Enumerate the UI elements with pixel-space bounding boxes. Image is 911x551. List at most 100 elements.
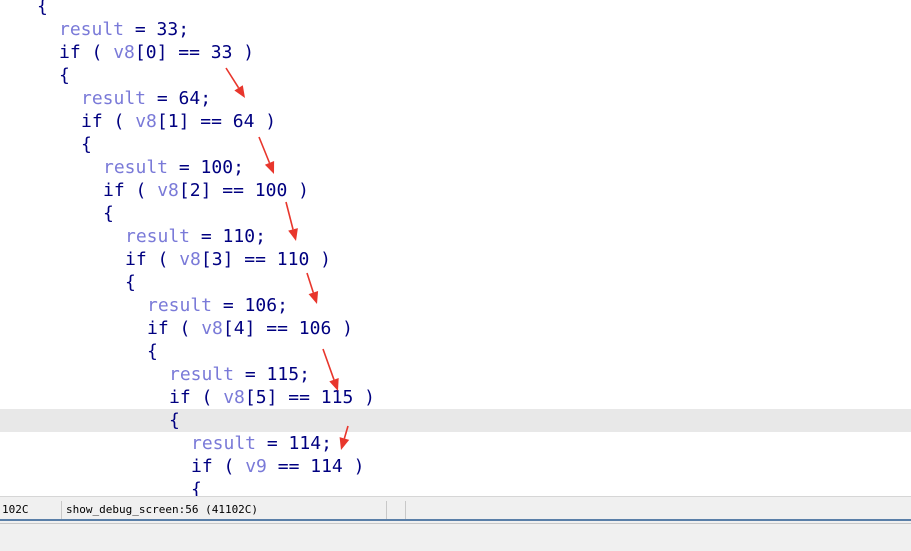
code-token: [ [222, 318, 234, 339]
pseudocode-editor[interactable]: {result = 33; if ( v8[0] == 33 ){result =… [0, 0, 911, 496]
code-token: if [103, 180, 125, 201]
code-token: ] == [244, 318, 299, 339]
code-line[interactable]: result = 106; [0, 294, 911, 317]
code-line[interactable]: if ( v8[2] == 100 ) [0, 179, 911, 202]
code-token: ) [287, 180, 309, 201]
code-token: 0 [145, 42, 157, 63]
code-text: result = 106; [147, 294, 288, 317]
code-token: ; [277, 295, 288, 316]
code-text: result = 114; [191, 432, 332, 455]
code-token: [ [200, 249, 212, 270]
status-separator [386, 501, 387, 519]
code-token: [ [156, 111, 168, 132]
code-token: result [125, 226, 191, 247]
code-line[interactable]: if ( v8[3] == 110 ) [0, 248, 911, 271]
code-token: v8 [223, 387, 245, 408]
code-token: result [147, 295, 213, 316]
code-token: [ [178, 180, 190, 201]
code-line[interactable]: { [0, 64, 911, 87]
code-line[interactable]: result = 33; [0, 18, 911, 41]
code-text: result = 115; [169, 363, 310, 386]
code-text: if ( v8[2] == 100 ) [103, 179, 309, 202]
code-token: ; [178, 19, 190, 40]
code-token: 4 [233, 318, 245, 339]
code-line[interactable]: { [0, 202, 911, 225]
code-text: { [37, 0, 48, 18]
code-token: { [125, 272, 136, 293]
code-token: { [81, 134, 92, 155]
code-line[interactable]: result = 64; [0, 87, 911, 110]
code-token: { [37, 0, 48, 17]
code-token: ) [342, 456, 365, 477]
code-token: ( [168, 318, 202, 339]
code-text: { [147, 340, 158, 363]
code-line[interactable]: { [0, 0, 911, 18]
status-separator [405, 501, 406, 519]
status-bar: 102C show_debug_screen:56 (41102C) [0, 496, 911, 523]
code-token: ; [200, 88, 212, 109]
code-token: result [81, 88, 147, 109]
code-token: 100 [200, 157, 234, 178]
code-token: 5 [255, 387, 267, 408]
code-line[interactable]: { [0, 409, 911, 432]
code-line[interactable]: { [0, 478, 911, 496]
code-token: 106 [244, 295, 278, 316]
code-token: 1 [167, 111, 179, 132]
code-line[interactable]: if ( v8[4] == 106 ) [0, 317, 911, 340]
code-token: ( [80, 42, 114, 63]
output-pane[interactable] [0, 523, 911, 551]
code-text: if ( v8[4] == 106 ) [147, 317, 353, 340]
code-token: ; [233, 157, 244, 178]
code-text: if ( v8[1] == 64 ) [81, 110, 276, 133]
status-location: show_debug_screen:56 (41102C) [66, 503, 259, 516]
code-token: ] == [178, 111, 233, 132]
code-token: { [169, 410, 180, 431]
code-token: ( [190, 387, 224, 408]
code-line[interactable]: if ( v8[0] == 33 ) [0, 41, 911, 64]
code-token: = [190, 226, 223, 247]
code-line[interactable]: result = 110; [0, 225, 911, 248]
code-token: = [234, 364, 267, 385]
code-token: 33 [156, 19, 179, 40]
code-token: result [59, 19, 125, 40]
code-line[interactable]: if ( v9 == 114 ) [0, 455, 911, 478]
code-line[interactable]: { [0, 340, 911, 363]
code-token: 114 [288, 433, 322, 454]
code-token: 2 [189, 180, 201, 201]
code-token: result [191, 433, 257, 454]
code-token: 3 [211, 249, 223, 270]
code-token: ) [232, 42, 255, 63]
code-token: ; [299, 364, 310, 385]
code-token: = [256, 433, 289, 454]
code-token: v8 [201, 318, 223, 339]
code-token: 64 [232, 111, 255, 132]
code-token: = [146, 88, 179, 109]
code-text: { [191, 478, 202, 496]
code-line[interactable]: { [0, 133, 911, 156]
code-token: ( [124, 180, 158, 201]
status-underline [0, 519, 911, 521]
code-text: result = 64; [81, 87, 211, 110]
code-line[interactable]: result = 100; [0, 156, 911, 179]
code-line[interactable]: result = 115; [0, 363, 911, 386]
code-text: { [125, 271, 136, 294]
code-token: result [169, 364, 235, 385]
code-token: 100 [254, 180, 288, 201]
code-token: [ [134, 42, 146, 63]
code-token: ] == [156, 42, 211, 63]
code-token: = [124, 19, 157, 40]
code-token: [ [244, 387, 256, 408]
code-text: { [59, 64, 70, 87]
code-text: if ( v8[5] == 115 ) [169, 386, 375, 409]
code-line[interactable]: if ( v8[1] == 64 ) [0, 110, 911, 133]
code-text: if ( v8[3] == 110 ) [125, 248, 331, 271]
code-token: ) [254, 111, 277, 132]
code-text: if ( v9 == 114 ) [191, 455, 364, 478]
code-token: ) [309, 249, 331, 270]
code-line[interactable]: { [0, 271, 911, 294]
code-token: { [191, 479, 202, 496]
code-text: { [81, 133, 92, 156]
code-line[interactable]: if ( v8[5] == 115 ) [0, 386, 911, 409]
code-line[interactable]: result = 114; [0, 432, 911, 455]
code-token: = [212, 295, 245, 316]
